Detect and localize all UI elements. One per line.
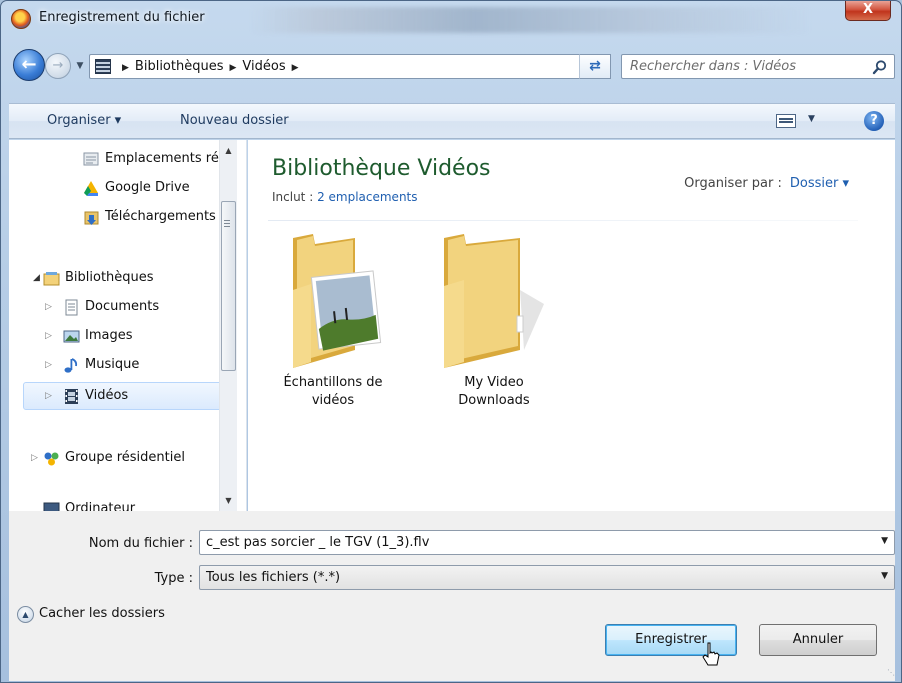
- videos-library-icon: [95, 59, 111, 74]
- expand-arrow-icon[interactable]: ▷: [45, 325, 52, 347]
- includes-prefix: Inclut :: [272, 190, 318, 204]
- back-button[interactable]: ←: [13, 49, 45, 81]
- expand-arrow-icon[interactable]: ▷: [45, 385, 52, 407]
- resize-grip-icon[interactable]: ⋱: [887, 668, 897, 678]
- chevron-up-icon: ▲: [17, 606, 34, 623]
- folder-label-line1: Échantillons de: [283, 375, 383, 390]
- chevron-right-icon[interactable]: ▶: [229, 63, 236, 73]
- cancel-button[interactable]: Annuler: [759, 624, 877, 656]
- file-type-dropdown-icon[interactable]: ▼: [881, 571, 888, 581]
- search-box[interactable]: Rechercher dans : Vidéos: [621, 54, 895, 79]
- homegroup-icon: [44, 452, 59, 466]
- folder-label-line2: Downloads: [458, 393, 530, 408]
- google-drive-icon: [84, 181, 98, 196]
- folder-label-line2: vidéos: [311, 393, 355, 408]
- videos-icon: [65, 389, 78, 404]
- arrange-by-dropdown[interactable]: Dossier ▾: [790, 176, 849, 191]
- new-folder-button[interactable]: Nouveau dossier: [180, 113, 289, 128]
- library-title: Bibliothèque Vidéos: [272, 156, 491, 181]
- chevron-right-icon[interactable]: ▶: [292, 63, 299, 73]
- nav-label: Bibliothèques: [65, 270, 154, 285]
- recent-pages-dropdown[interactable]: ▼: [73, 59, 87, 73]
- folder-sample-videos[interactable]: Échantillons de vidéos: [263, 230, 403, 410]
- nav-label: Musique: [85, 357, 140, 372]
- mouse-cursor-icon: [702, 642, 720, 666]
- pictures-icon: [63, 330, 80, 343]
- address-bar[interactable]: ▶Bibliothèques▶Vidéos▶ ▼: [89, 54, 611, 79]
- file-list-pane: Bibliothèque Vidéos Inclut : 2 emplaceme…: [248, 140, 895, 511]
- folder-icon: [293, 234, 382, 368]
- hide-folders-label: Cacher les dossiers: [39, 606, 165, 621]
- arrange-by: Organiser par : Dossier ▾: [684, 176, 849, 191]
- music-icon: [64, 358, 78, 373]
- breadcrumb-libraries[interactable]: Bibliothèques: [135, 59, 224, 74]
- nav-label: Documents: [85, 299, 160, 314]
- filename-field[interactable]: c_est pas sorcier _ le TGV (1_3).flv ▼: [199, 530, 895, 555]
- nav-label: Ordinateur: [65, 501, 136, 511]
- firefox-icon: [11, 9, 31, 29]
- expand-arrow-icon[interactable]: ▷: [45, 296, 52, 318]
- refresh-button[interactable]: ⇄: [579, 54, 611, 79]
- documents-icon: [65, 299, 78, 316]
- file-type-value: Tous les fichiers (*.*): [206, 570, 341, 585]
- help-icon[interactable]: ?: [864, 111, 884, 131]
- background-window-blur: [251, 7, 811, 33]
- hide-folders-button[interactable]: ▲ Cacher les dossiers: [17, 606, 165, 623]
- arrange-label: Organiser par :: [684, 176, 782, 191]
- breadcrumb: ▶ Bibliothèques ▶ Vidéos ▶: [116, 59, 305, 74]
- navigation-scrollbar[interactable]: ▲ ▼: [219, 140, 237, 511]
- forward-button[interactable]: →: [45, 53, 71, 79]
- nav-label: Images: [85, 328, 133, 343]
- file-type-label: Type :: [154, 571, 193, 586]
- collapse-arrow-icon[interactable]: ◢: [33, 267, 40, 289]
- filename-history-dropdown[interactable]: ▼: [881, 536, 888, 546]
- search-placeholder: Rechercher dans : Vidéos: [630, 59, 796, 74]
- title-bar[interactable]: Enregistrement du fichier X: [1, 1, 901, 39]
- folder-icon: [444, 234, 544, 368]
- downloads-icon: [84, 211, 99, 225]
- nav-label: Emplacements ré: [105, 151, 219, 166]
- folder-label-line1: My Video: [464, 375, 524, 390]
- expand-arrow-icon[interactable]: ▷: [45, 354, 52, 376]
- libraries-icon: [43, 272, 60, 286]
- scroll-down-icon[interactable]: ▼: [220, 492, 237, 509]
- filename-label: Nom du fichier :: [88, 536, 193, 551]
- computer-icon: [43, 502, 60, 511]
- nav-label: Vidéos: [85, 388, 129, 403]
- breadcrumb-videos[interactable]: Vidéos: [242, 59, 285, 74]
- view-icon[interactable]: [776, 114, 796, 128]
- navigation-pane: Emplacements ré Google Drive Téléchargem…: [9, 140, 247, 511]
- window-title: Enregistrement du fichier: [39, 10, 205, 25]
- scroll-grip-icon: [224, 220, 230, 227]
- header-divider: [268, 220, 858, 221]
- file-type-select[interactable]: Tous les fichiers (*.*) ▼: [199, 565, 895, 590]
- nav-label: Téléchargements: [105, 209, 216, 224]
- nav-label: Groupe résidentiel: [65, 450, 185, 465]
- filename-value: c_est pas sorcier _ le TGV (1_3).flv: [206, 535, 430, 550]
- close-button[interactable]: X: [845, 1, 891, 21]
- expand-arrow-icon[interactable]: ▷: [31, 447, 38, 469]
- nav-label: Google Drive: [105, 180, 190, 195]
- search-icon[interactable]: [872, 59, 888, 75]
- chevron-right-icon[interactable]: ▶: [122, 63, 129, 73]
- recent-places-icon: [83, 152, 99, 166]
- organize-menu-button[interactable]: Organiser ▾: [47, 113, 121, 128]
- locations-link[interactable]: 2 emplacements: [317, 190, 417, 204]
- save-file-dialog: Enregistrement du fichier X ← → ▼ ▶ Bibli…: [0, 0, 902, 683]
- folder-my-video-downloads[interactable]: My Video Downloads: [424, 230, 564, 410]
- command-toolbar: Organiser ▾ Nouveau dossier ▼ ?: [9, 103, 895, 139]
- library-includes: Inclut : 2 emplacements: [272, 190, 418, 204]
- scroll-up-icon[interactable]: ▲: [220, 142, 237, 159]
- view-options-dropdown[interactable]: ▼: [808, 114, 815, 124]
